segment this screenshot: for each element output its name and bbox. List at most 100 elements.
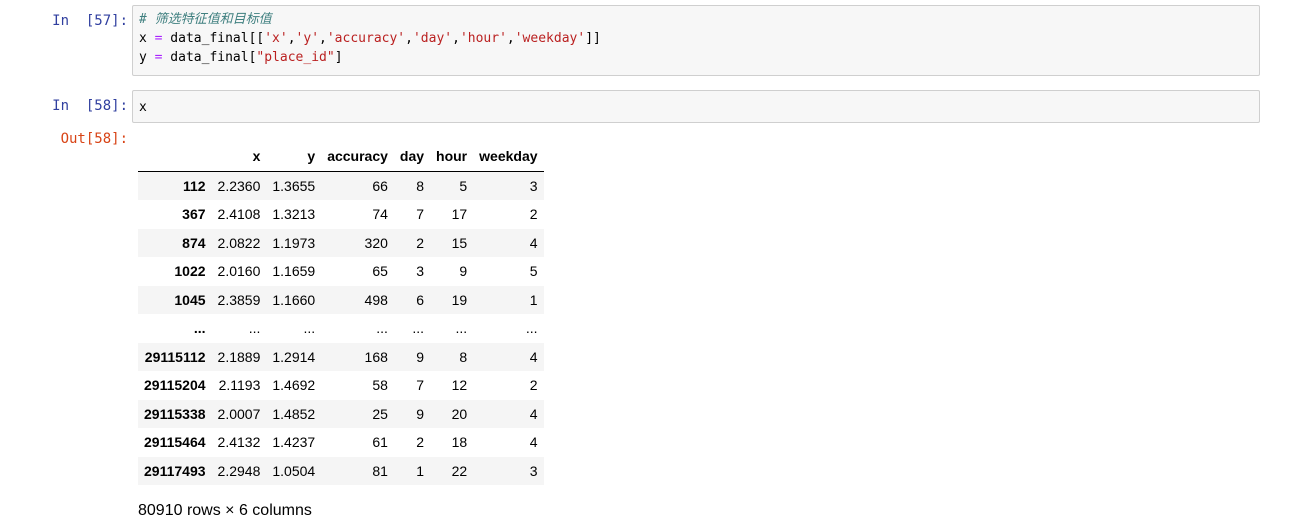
code-token: data_final[ (162, 50, 257, 65)
row-index: 29115338 (144, 405, 206, 422)
column-header: y (266, 142, 322, 172)
table-cell: 4 (529, 434, 538, 451)
code-token: 'day' (412, 31, 453, 46)
table-cell: 3 (416, 263, 425, 280)
table-header-row: x y accuracy day hour weekday (138, 142, 544, 172)
input-prompt-57: In [57]: (52, 13, 128, 29)
table-cell: 65 (372, 263, 388, 280)
table-cell: 2 (416, 234, 425, 251)
table-cell: 8 (459, 348, 468, 365)
table-cell: 2.0160 (217, 263, 261, 280)
code-token: , (319, 31, 327, 46)
table-row: 29117493 2.2948 1.0504 81 1 22 3 (138, 456, 544, 485)
table-row: 1045 2.3859 1.1660 498 6 19 1 (138, 285, 544, 314)
table-cell: 1.4692 (272, 377, 316, 394)
table-row: 367 2.4108 1.3213 74 7 17 2 (138, 200, 544, 229)
table-cell: 2 (529, 206, 538, 223)
dataframe-output: x y accuracy day hour weekday 112 2.2360 1.3655… (138, 142, 544, 485)
table-cell: 7 (416, 206, 425, 223)
code-token: 'x' (264, 31, 288, 46)
code-token: , (287, 31, 296, 46)
table-cell: 20 (451, 405, 468, 422)
table-cell: 1.3655 (272, 177, 316, 194)
table-cell: 2.0822 (217, 234, 261, 251)
table-cell: 1.0504 (272, 462, 316, 479)
code-token: ] (334, 50, 343, 65)
table-cell: 9 (416, 348, 425, 365)
table-cell: 4 (529, 405, 538, 422)
table-cell: 2 (529, 377, 538, 394)
code-cell-57[interactable]: # 筛选特征值和目标值 x = data_final[['x','y','acc… (132, 5, 1260, 76)
table-cell: 3 (529, 177, 538, 194)
code-token: # 筛选特征值和目标值 (139, 12, 272, 27)
table-cell: ... (525, 320, 538, 337)
table-cell: 12 (451, 377, 468, 394)
row-index: 1045 (174, 291, 206, 308)
table-cell: 66 (372, 177, 388, 194)
code-token: , (405, 31, 413, 46)
table-cell: 1.4852 (272, 405, 316, 422)
table-row: 29115464 2.4132 1.4237 61 2 18 4 (138, 428, 544, 457)
row-index: 367 (182, 206, 206, 223)
table-cell: 3 (529, 462, 538, 479)
table-cell: 2.3859 (217, 291, 261, 308)
code-token: "place_id" (256, 50, 335, 65)
code-token: data_final[[ (162, 31, 265, 46)
row-index: 874 (182, 234, 206, 251)
code-token: 'hour' (459, 31, 507, 46)
column-header: accuracy (321, 142, 394, 172)
table-cell: 1.1659 (272, 263, 316, 280)
table-cell: 8 (416, 177, 425, 194)
row-index: 29117493 (144, 462, 206, 479)
column-header: x (211, 142, 267, 172)
table-cell: 1.3213 (272, 206, 316, 223)
row-index: ... (193, 320, 206, 337)
code-editor-58[interactable]: x (133, 91, 1259, 117)
table-cell: 22 (451, 462, 468, 479)
dataframe-shape-text: 80910 rows × 6 columns (138, 502, 312, 519)
table-cell: 2.1193 (218, 377, 261, 394)
row-index: 1022 (174, 263, 206, 280)
table-cell: ... (303, 320, 316, 337)
code-editor-57[interactable]: # 筛选特征值和目标值 x = data_final[['x','y','acc… (133, 6, 1259, 67)
table-cell: 4 (529, 348, 538, 365)
column-header: weekday (473, 142, 544, 172)
input-prompt-58: In [58]: (52, 98, 128, 114)
index-header (138, 142, 212, 172)
code-token: , (452, 31, 460, 46)
table-cell: 2.1889 (217, 348, 261, 365)
table-cell: 15 (451, 234, 468, 251)
table-cell: 2.0007 (217, 405, 261, 422)
table-cell: 7 (416, 377, 425, 394)
table-row: 1022 2.0160 1.1659 65 3 9 5 (138, 257, 544, 286)
table-cell: 2.4132 (217, 434, 261, 451)
table-cell: 168 (364, 348, 388, 365)
table-cell: 18 (451, 434, 468, 451)
table-cell: 1.1973 (272, 234, 316, 251)
table-cell: 2.2360 (217, 177, 261, 194)
code-token: 'y' (295, 31, 320, 46)
table-cell: ... (412, 320, 425, 337)
code-token: , (506, 31, 515, 46)
table-cell: 61 (372, 434, 388, 451)
column-header: day (393, 142, 431, 172)
dataframe-table: x y accuracy day hour weekday 112 2.2360 1.3655… (138, 142, 544, 485)
code-cell-58[interactable]: x (132, 90, 1260, 123)
row-index: 29115464 (144, 434, 206, 451)
table-cell: ... (376, 320, 388, 337)
column-header: hour (430, 142, 474, 172)
table-cell: 74 (372, 206, 388, 223)
code-token: ]] (585, 31, 601, 46)
table-cell: 25 (372, 405, 388, 422)
table-cell: 1.4237 (272, 434, 316, 451)
table-cell: 81 (372, 462, 388, 479)
table-row: 112 2.2360 1.3655 66 8 5 3 (138, 171, 544, 200)
code-token: 'weekday' (514, 31, 586, 46)
table-cell: 5 (529, 263, 538, 280)
table-cell: ... (248, 320, 261, 337)
row-index: 112 (182, 177, 206, 194)
table-cell: 2.4108 (217, 206, 261, 223)
notebook: In [57]: # 筛选特征值和目标值 x = data_final[['x'… (0, 0, 1289, 527)
table-cell: 5 (459, 177, 468, 194)
table-cell: 1 (416, 462, 425, 479)
